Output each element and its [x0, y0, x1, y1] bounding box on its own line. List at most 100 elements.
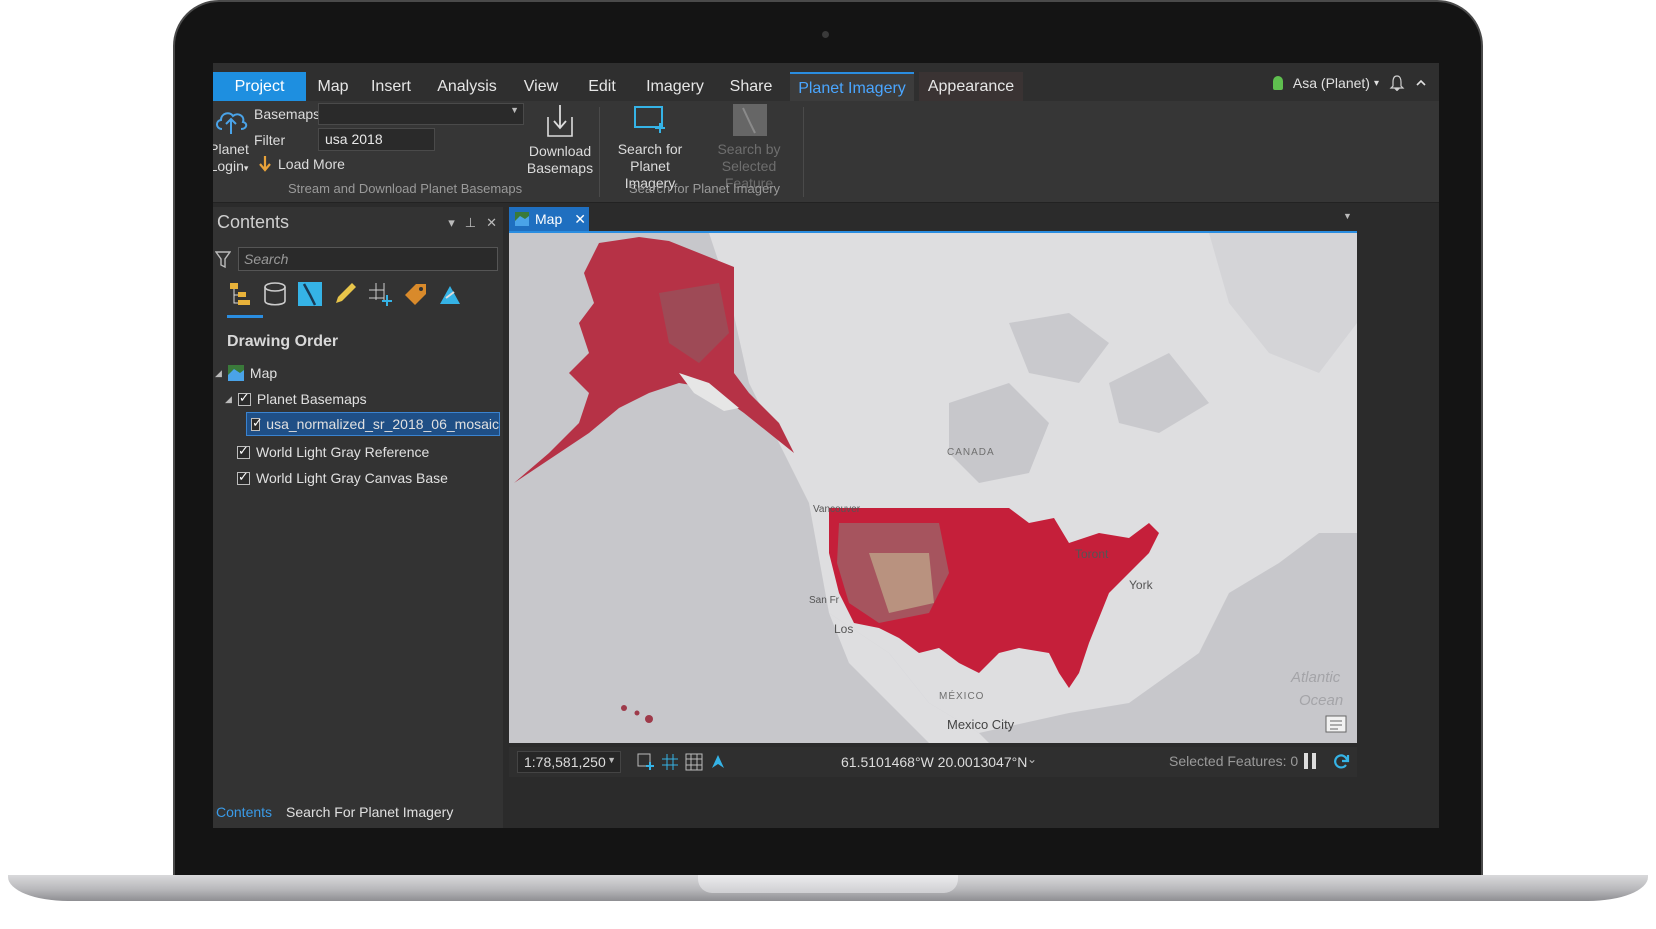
map-label-vancouver: Vancouver: [813, 504, 861, 515]
layer-label-planet-basemaps: Planet Basemaps: [256, 391, 367, 407]
navigate-icon[interactable]: [709, 753, 727, 771]
layer-checkbox[interactable]: [237, 390, 251, 406]
search-selected-feature-button[interactable]: Search by Selected Feature: [701, 103, 797, 192]
data-source-icon[interactable]: [262, 281, 288, 307]
user-name[interactable]: Asa (Planet): [1293, 75, 1370, 91]
tab-imagery[interactable]: Imagery: [641, 72, 709, 101]
download-line2: Basemaps: [526, 160, 594, 176]
planet-login-button[interactable]: [213, 105, 248, 141]
searchsel-line1: Search by: [717, 141, 781, 157]
editing-pencil-icon[interactable]: [332, 281, 358, 307]
attribution-icon[interactable]: [1325, 715, 1347, 733]
layer-checkbox[interactable]: [237, 469, 250, 485]
app-window: Project Map Insert Analysis View Edit Im…: [213, 63, 1439, 828]
load-more-button[interactable]: Load More: [258, 155, 345, 172]
charting-icon[interactable]: [437, 281, 463, 307]
grid-icon[interactable]: [685, 753, 703, 771]
chevron-up-icon[interactable]: [1415, 77, 1427, 89]
selected-features-count[interactable]: Selected Features: 0: [1169, 753, 1298, 769]
tab-edit[interactable]: Edit: [577, 72, 627, 101]
zoom-extent-icon[interactable]: [637, 753, 655, 771]
map-icon: [515, 212, 529, 226]
layer-label-mosaic: usa_normalized_sr_2018_06_mosaic: [266, 416, 499, 432]
pane-menu-icon[interactable]: ▾: [448, 215, 455, 231]
planet-login-label[interactable]: Planet Login▾: [213, 141, 249, 177]
download-icon: [547, 105, 573, 137]
footer-tab-search-planet[interactable]: Search For Planet Imagery: [286, 804, 453, 820]
planet-login-line2: Login▾: [213, 158, 249, 174]
expand-arrow-icon[interactable]: ◢: [215, 368, 222, 379]
layer-row-mosaic[interactable]: usa_normalized_sr_2018_06_mosaic: [246, 412, 500, 436]
map-view-tab[interactable]: Map ✕: [509, 207, 589, 231]
search-line1: Search for: [617, 141, 683, 157]
selection-icon[interactable]: [297, 281, 323, 307]
map-canvas[interactable]: CANADA MÉXICO Mexico City Vancouver San …: [509, 233, 1357, 743]
tab-project[interactable]: Project: [213, 72, 306, 101]
pin-icon[interactable]: ⊥: [465, 215, 476, 231]
scale-dropdown[interactable]: 1:78,581,250 ▼: [517, 751, 621, 773]
filter-input[interactable]: usa 2018: [318, 128, 435, 151]
map-graphic: [509, 233, 1357, 743]
ribbon-separator-2: [803, 107, 804, 197]
bell-icon[interactable]: [1389, 75, 1405, 91]
footer-tab-contents[interactable]: Contents: [216, 804, 272, 820]
tab-share[interactable]: Share: [723, 72, 779, 101]
chevron-down-icon: ▼: [607, 755, 616, 765]
scale-value: 1:78,581,250: [524, 754, 606, 770]
tab-insert[interactable]: Insert: [363, 72, 419, 101]
user-caret-icon[interactable]: ▾: [1374, 78, 1379, 89]
user-icon: [1272, 76, 1283, 90]
pause-drawing-icon[interactable]: [1304, 753, 1316, 769]
ribbon-separator: [599, 107, 600, 197]
layer-label-map: Map: [249, 365, 278, 381]
coordinates-dropdown-icon[interactable]: ⌄: [1027, 752, 1037, 766]
labeling-tag-icon[interactable]: [402, 281, 428, 307]
map-label-los-angeles: Los: [834, 622, 854, 636]
filter-icon[interactable]: [215, 251, 231, 269]
map-tab-label: Map: [535, 211, 563, 227]
drawing-order-heading: Drawing Order: [227, 333, 339, 350]
tab-appearance[interactable]: Appearance: [919, 72, 1023, 101]
layer-row-canvas[interactable]: World Light Gray Canvas Base: [237, 466, 448, 490]
layer-row-planet-basemaps[interactable]: ◢ Planet Basemaps: [225, 387, 367, 411]
menu-bar: Project Map Insert Analysis View Edit Im…: [213, 63, 1439, 101]
refresh-icon[interactable]: [1331, 752, 1351, 772]
basemaps-dropdown[interactable]: ▼: [318, 103, 524, 125]
group-label-search: Search for Planet Imagery: [629, 181, 781, 196]
filter-label: Filter: [254, 132, 286, 148]
close-tab-icon[interactable]: ✕: [574, 211, 586, 228]
active-tool-indicator: [227, 315, 263, 318]
download-basemaps-button[interactable]: Download Basemaps: [525, 103, 595, 177]
layer-row-map[interactable]: ◢ Map: [215, 361, 277, 385]
cloud-upload-icon: [216, 112, 248, 134]
laptop-notch: [698, 875, 958, 893]
layer-checkbox[interactable]: [251, 415, 263, 431]
planet-login-line1: Planet: [213, 141, 249, 157]
map-icon: [227, 365, 244, 381]
map-label-san-francisco: San Fr: [809, 595, 840, 606]
tab-analysis[interactable]: Analysis: [431, 72, 503, 101]
map-view: Map ✕ ▼ CANADA MÉXICO Mexico City Vancou…: [509, 207, 1439, 828]
layer-row-reference[interactable]: World Light Gray Reference: [237, 440, 429, 464]
expand-arrow-icon[interactable]: ◢: [225, 394, 232, 405]
drawing-order-icon[interactable]: [227, 281, 253, 307]
snapping-grid-icon[interactable]: [367, 281, 393, 307]
layer-label-reference: World Light Gray Reference: [256, 444, 430, 460]
load-more-label: Load More: [278, 155, 345, 172]
layer-checkbox[interactable]: [237, 443, 250, 459]
map-label-ocean: Ocean: [1299, 692, 1344, 709]
webcam: [822, 31, 829, 38]
contents-search-input[interactable]: Search: [238, 247, 498, 271]
layer-label-canvas: World Light Gray Canvas Base: [256, 470, 448, 486]
ribbon: Planet Login▾ Basemaps ▼ Filter usa 2018…: [213, 101, 1439, 203]
close-icon[interactable]: ✕: [486, 215, 497, 231]
tab-map[interactable]: Map: [309, 72, 357, 101]
tab-view[interactable]: View: [516, 72, 566, 101]
tab-planet-imagery[interactable]: Planet Imagery: [790, 72, 914, 101]
contents-toolbar: [227, 281, 463, 307]
group-label-basemaps: Stream and Download Planet Basemaps: [288, 181, 523, 196]
search-planet-imagery-button[interactable]: Search for Planet Imagery: [605, 103, 695, 192]
views-dropdown-icon[interactable]: ▼: [1343, 211, 1352, 221]
grid-snap-icon[interactable]: [661, 753, 679, 771]
pane-footer-tabs: Contents Search For Planet Imagery: [213, 804, 453, 820]
